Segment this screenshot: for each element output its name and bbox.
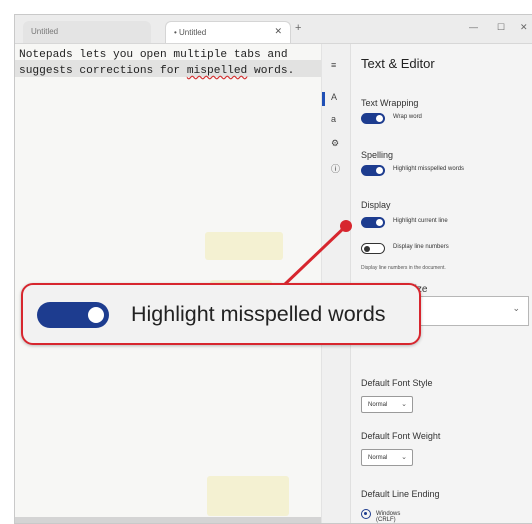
toggle-knob (376, 219, 383, 226)
toggle-label: Highlight misspelled words (393, 166, 465, 172)
font-weight-select[interactable]: Normal ⌄ (361, 449, 413, 466)
text-line: Notepads lets you open multiple tabs and (19, 49, 288, 61)
highlight-misspelled-toggle[interactable] (361, 165, 385, 176)
maximize-icon[interactable]: ☐ (497, 22, 505, 33)
callout-zoom: Highlight misspelled words (21, 283, 421, 345)
section-heading: Spelling (361, 150, 394, 160)
chevron-down-icon: ⌄ (401, 454, 407, 461)
settings-title: Text & Editor (361, 56, 435, 71)
tab-label: Untitled (31, 27, 59, 36)
close-icon[interactable]: ✕ (274, 26, 282, 37)
settings-icon[interactable]: ⚙ (331, 138, 339, 149)
minimize-icon[interactable]: — (469, 22, 478, 32)
background-blur (207, 476, 289, 516)
toggle-knob (376, 115, 383, 122)
section-heading: Default Line Ending (361, 489, 440, 499)
toggle-knob (376, 167, 383, 174)
toggle-label: Display line numbers (393, 244, 449, 250)
misspelled-word[interactable]: mispelled (187, 65, 247, 77)
select-value: Normal (368, 455, 388, 461)
highlight-line-toggle[interactable] (361, 217, 385, 228)
section-heading: Default Font Style (361, 378, 433, 388)
section-heading: Text Wrapping (361, 98, 419, 108)
radio-label: Windows (CRLF) (376, 511, 401, 523)
font-icon[interactable]: A (331, 92, 337, 102)
toggle-knob (88, 307, 104, 323)
section-heading: Display (361, 200, 391, 210)
highlight-misspelled-toggle-zoomed[interactable] (37, 302, 109, 328)
menu-icon[interactable]: ≡ (331, 60, 336, 70)
chevron-down-icon: ⌄ (512, 303, 520, 313)
info-icon[interactable]: ⓘ (331, 162, 340, 175)
callout-label: Highlight misspelled words (131, 302, 386, 326)
text-segment: suggests corrections for (19, 65, 187, 77)
close-icon[interactable]: ✕ (520, 22, 528, 33)
background-blur (205, 232, 283, 260)
setting-hint: Display line numbers in the document. (361, 265, 446, 271)
line-numbers-toggle[interactable] (361, 243, 385, 254)
tab-untitled[interactable]: Untitled (23, 21, 151, 43)
text-line: suggests corrections for mispelled words… (19, 63, 319, 79)
toggle-label: Wrap word (393, 114, 422, 120)
font-icon[interactable]: a (331, 114, 336, 124)
document-text: Notepads lets you open multiple tabs and… (19, 47, 319, 79)
tab-untitled-active[interactable]: • Untitled ✕ (165, 21, 291, 43)
select-value: Normal (368, 402, 388, 408)
selection-indicator (322, 92, 325, 106)
toggle-label: Highlight current line (393, 218, 448, 224)
status-bar (15, 517, 321, 523)
tab-label: • Untitled (174, 28, 207, 37)
radio-selected[interactable] (361, 509, 371, 519)
title-bar: Untitled • Untitled ✕ + — ☐ ✕ (15, 15, 532, 44)
chevron-down-icon: ⌄ (401, 401, 407, 408)
plus-icon[interactable]: + (295, 22, 301, 34)
font-style-select[interactable]: Normal ⌄ (361, 396, 413, 413)
notepads-window: Untitled • Untitled ✕ + — ☐ ✕ Notepads l… (14, 14, 532, 524)
section-heading: Default Font Weight (361, 431, 441, 441)
text-segment: words. (247, 65, 295, 77)
toggle-knob (364, 245, 370, 252)
wrap-word-toggle[interactable] (361, 113, 385, 124)
font-size-select[interactable]: ⌄ (410, 296, 529, 326)
